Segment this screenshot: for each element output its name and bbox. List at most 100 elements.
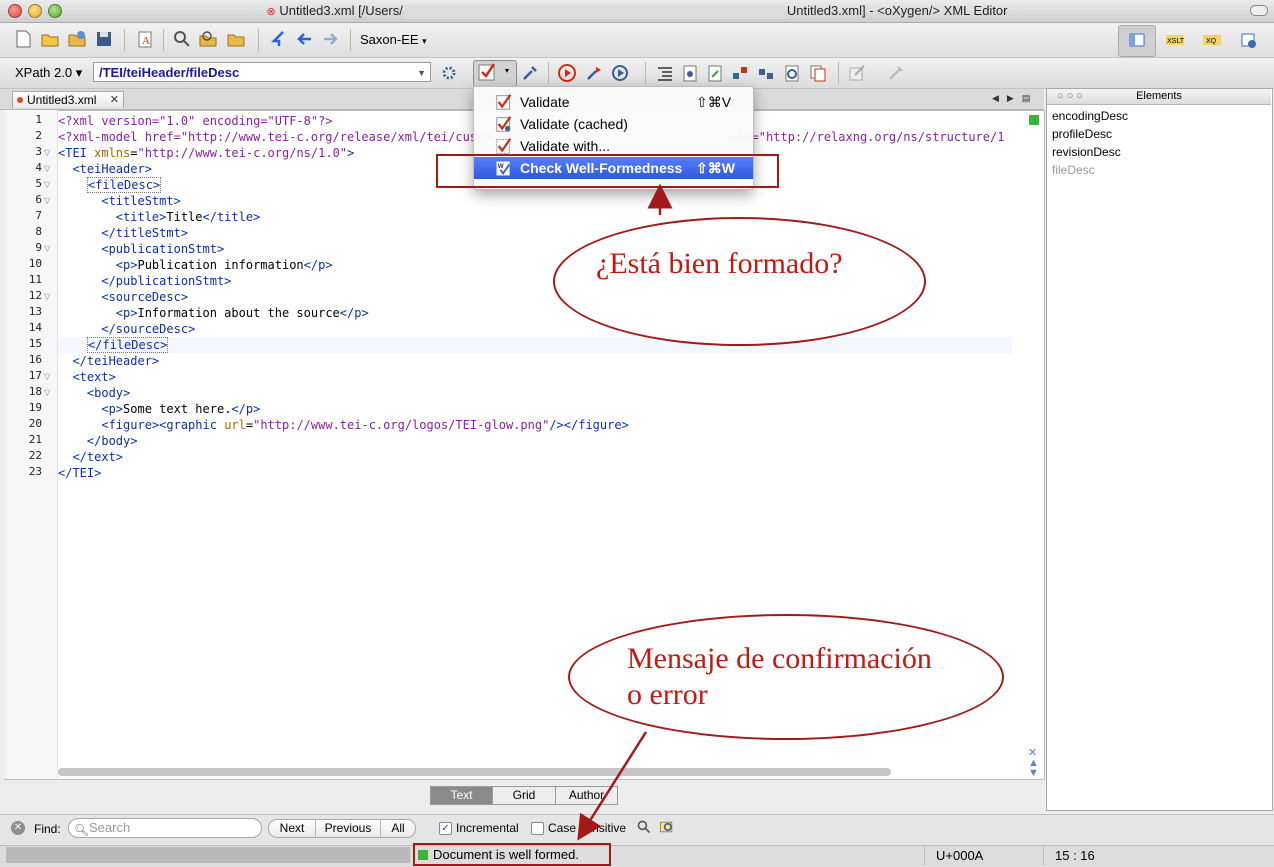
refresh-icon[interactable]: [782, 63, 802, 83]
perspective-switcher: XSLT XQ: [1118, 25, 1268, 57]
element-item[interactable]: profileDesc: [1052, 127, 1112, 141]
svg-text:XQ: XQ: [1206, 38, 1217, 45]
tree-down-icon[interactable]: [756, 63, 776, 83]
find-search-input[interactable]: 🔍︎ Search: [68, 818, 262, 838]
compare-icon[interactable]: [808, 63, 828, 83]
open-folder-icon[interactable]: [40, 29, 60, 49]
tab-text-mode[interactable]: Text: [431, 787, 493, 804]
open-url-icon[interactable]: [67, 29, 87, 49]
xslt-debugger-icon[interactable]: XSLT: [1165, 30, 1185, 50]
line-number: 10: [28, 257, 42, 270]
fold-toggle-icon[interactable]: ▽: [44, 196, 50, 205]
element-item[interactable]: encodingDesc: [1052, 109, 1128, 123]
xml-refactoring-icon[interactable]: [705, 63, 725, 83]
fold-toggle-icon[interactable]: ▽: [44, 164, 50, 173]
find-icon[interactable]: [172, 29, 192, 49]
code-line: <titleStmt>: [101, 194, 181, 208]
line-number: 1: [35, 113, 42, 126]
search-icon: 🔍︎: [74, 823, 90, 837]
database-perspective-icon[interactable]: [1238, 30, 1258, 50]
code-line: </body>: [86, 434, 138, 448]
line-number: 6: [35, 193, 42, 206]
xpath-input[interactable]: /TEI/teiHeader/fileDesc ▼: [93, 62, 431, 82]
close-find-icon[interactable]: ✕: [11, 821, 25, 835]
format-indent-icon[interactable]: [655, 63, 675, 83]
edit-document-icon[interactable]: A: [135, 29, 155, 49]
well-formedness-highlight-box: [436, 154, 779, 188]
menu-item-validate-cached[interactable]: Validate (cached): [474, 113, 753, 135]
code-line: <figure><graphic url="http://www.tei-c.o…: [101, 418, 629, 432]
line-number: 7: [35, 209, 42, 222]
modified-indicator-icon: [17, 97, 23, 103]
validate-cached-icon: [496, 116, 512, 132]
line-number: 13: [28, 305, 42, 318]
apply-transformation-icon[interactable]: [557, 63, 577, 83]
chevron-down-icon[interactable]: ▼: [417, 63, 426, 83]
toolbar-separator: [645, 62, 646, 84]
find-replace-icon[interactable]: [658, 819, 676, 835]
chevron-right-icon[interactable]: ▶: [1007, 93, 1022, 103]
find-next-button[interactable]: Next: [269, 820, 316, 837]
code-line: </text>: [72, 450, 124, 464]
tab-list-icon[interactable]: ▤: [1022, 93, 1039, 103]
tab-author-mode[interactable]: Author: [556, 787, 617, 804]
menu-item-validate[interactable]: Validate ⇧⌘V: [474, 91, 753, 113]
configure-transformation-icon[interactable]: [584, 63, 604, 83]
find-previous-button[interactable]: Previous: [316, 820, 381, 837]
code-line: <p>Publication information</p>: [115, 258, 333, 272]
element-item[interactable]: revisionDesc: [1052, 145, 1121, 159]
fold-toggle-icon[interactable]: ▽: [44, 372, 50, 381]
tree-up-icon[interactable]: [730, 63, 750, 83]
tool-disabled-icon[interactable]: [886, 63, 906, 83]
chevron-down-icon: ▾: [422, 36, 427, 46]
code-line: </publicationStmt>: [101, 274, 232, 288]
fold-toggle-icon[interactable]: ▽: [44, 292, 50, 301]
open-recent-icon[interactable]: [226, 29, 246, 49]
code-line: <publicationStmt>: [101, 242, 225, 256]
scroll-arrows-icon[interactable]: ✕ ▲ ▼: [1028, 748, 1039, 779]
edit-disabled-icon[interactable]: [847, 63, 867, 83]
toolbar-separator: [258, 29, 259, 51]
fold-toggle-icon[interactable]: ▽: [44, 180, 50, 189]
new-file-icon[interactable]: [13, 29, 33, 49]
menu-item-label: Validate (cached): [520, 116, 628, 132]
find-all-button[interactable]: All: [381, 820, 415, 837]
xpath-settings-icon[interactable]: [440, 63, 460, 83]
goto-icon[interactable]: [268, 29, 288, 49]
line-number: 23: [28, 465, 42, 478]
validation-ok-marker: [1029, 115, 1039, 125]
save-icon[interactable]: [94, 29, 114, 49]
xml-document-icon: ⊗: [266, 6, 276, 18]
toggle-comment-icon[interactable]: [680, 63, 700, 83]
code-line: <text>: [72, 370, 116, 384]
chevron-down-icon[interactable]: ▾: [505, 66, 509, 75]
transformer-selector[interactable]: Saxon-EE ▾: [360, 32, 427, 47]
line-number: 5: [35, 177, 42, 190]
tab-grid-mode[interactable]: Grid: [493, 787, 556, 804]
debug-scenario-icon[interactable]: [611, 63, 631, 83]
fold-toggle-icon[interactable]: ▽: [44, 148, 50, 157]
forward-arrow-icon[interactable]: [320, 29, 340, 49]
fold-toggle-icon[interactable]: ▽: [44, 244, 50, 253]
xquery-debugger-icon[interactable]: XQ: [1202, 30, 1222, 50]
panel-window-buttons-icon[interactable]: ○○○: [1057, 89, 1086, 104]
element-item-disabled[interactable]: fileDesc: [1052, 163, 1095, 177]
back-arrow-icon[interactable]: [295, 29, 315, 49]
toolbar-toggle-button[interactable]: [1250, 5, 1268, 16]
status-highlight-box: [413, 843, 611, 866]
close-tab-icon[interactable]: ✕: [110, 92, 119, 109]
horizontal-scrollbar[interactable]: [58, 768, 891, 776]
tab-untitled3[interactable]: Untitled3.xml ✕: [12, 91, 124, 108]
case-sensitive-checkbox[interactable]: [531, 822, 544, 835]
search-options-icon[interactable]: [636, 819, 652, 835]
incremental-checkbox[interactable]: ✓: [439, 822, 452, 835]
find-in-files-icon[interactable]: [198, 29, 218, 49]
elements-panel: [1046, 88, 1273, 811]
line-number: 12: [28, 289, 42, 302]
validation-options-icon[interactable]: [520, 63, 540, 83]
line-number: 2: [35, 129, 42, 142]
xpath-version-selector[interactable]: XPath 2.0 ▾: [15, 65, 82, 81]
chevron-left-icon[interactable]: ◀: [992, 93, 1007, 103]
fold-toggle-icon[interactable]: ▽: [44, 388, 50, 397]
code-line: </sourceDesc>: [101, 322, 196, 336]
